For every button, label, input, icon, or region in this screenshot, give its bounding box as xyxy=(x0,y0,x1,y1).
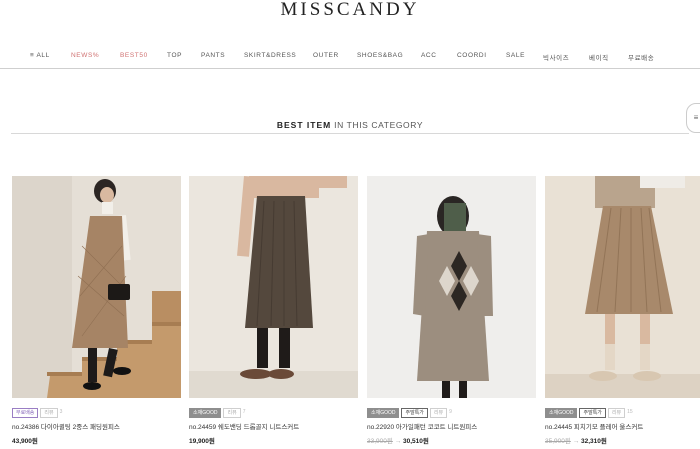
tag-quality-good: 소재GOOD xyxy=(545,408,578,418)
nav-item-free-shipping[interactable]: 무료배송 xyxy=(628,52,654,62)
nav-item-acc[interactable]: ACC xyxy=(421,52,437,59)
price-arrow: → xyxy=(572,438,580,445)
section-divider xyxy=(11,133,689,134)
product-price: 19,900원 xyxy=(189,435,215,445)
product-card[interactable]: 소재GOOD 리뷰 7 no.24459 쉐도밴딩 드롭골지 니트스커트 19,90… xyxy=(189,176,358,445)
tag-weekend-sale: 주말특가 xyxy=(579,408,606,418)
product-photo-pinafore-dress xyxy=(12,176,181,398)
nav-item-best50[interactable]: BEST50 xyxy=(120,52,148,59)
product-name[interactable]: no.24445 피치기모 플레어 울스커트 xyxy=(545,421,643,431)
nav-item-shoes-bag[interactable]: SHOES&BAG xyxy=(357,52,403,59)
product-photo-flare-skirt xyxy=(545,176,700,398)
product-tags: 소재GOOD 주말특가 리뷰 9 xyxy=(367,408,454,418)
tag-free-shipping: 무료배송 xyxy=(12,408,39,418)
nav-item-big-size[interactable]: 빅사이즈 xyxy=(543,52,569,62)
original-price: 35,900원 xyxy=(545,438,571,445)
sale-price: 19,900원 xyxy=(189,438,215,445)
nav-item-skirt-dress[interactable]: SKIRT&DRESS xyxy=(244,52,296,59)
product-name[interactable]: no.22920 아가일패턴 코코트 니트원피스 xyxy=(367,421,477,431)
product-card[interactable]: 소재GOOD 주말특가 리뷰 9 no.22920 아가일패턴 코코트 니트원피스 3… xyxy=(367,176,536,445)
review-count: 9 xyxy=(449,409,452,415)
nav-item-all[interactable]: ≡ ALL xyxy=(30,52,50,59)
nav-item-pants[interactable]: PANTS xyxy=(201,52,225,59)
nav-item-outer[interactable]: OUTER xyxy=(313,52,339,59)
product-image[interactable] xyxy=(545,176,700,398)
tag-quality-good: 소재GOOD xyxy=(189,408,222,418)
product-price: 33,900원 → 30,510원 xyxy=(367,435,429,445)
tag-quality-good: 소재GOOD xyxy=(367,408,400,418)
nav-item-top[interactable]: TOP xyxy=(167,52,182,59)
price-arrow: → xyxy=(394,438,402,445)
original-price: 33,900원 xyxy=(367,438,393,445)
section-title-bold: BEST ITEM xyxy=(276,120,332,130)
nav-item-coordi[interactable]: COORDI xyxy=(457,52,487,59)
product-photo-knit-skirt xyxy=(189,176,358,398)
product-photo-argyle-dress xyxy=(367,176,536,398)
sale-price: 32,310원 xyxy=(581,438,607,445)
product-image[interactable] xyxy=(189,176,358,398)
product-price: 43,900원 xyxy=(12,435,38,445)
section-title-rest: IN THIS CATEGORY xyxy=(331,120,424,130)
section-title: BEST ITEM IN THIS CATEGORY xyxy=(0,120,700,130)
review-count: 3 xyxy=(59,409,63,415)
review-count: 15 xyxy=(627,409,633,415)
tag-review: 리뷰 xyxy=(607,408,626,418)
product-image[interactable] xyxy=(12,176,181,398)
product-tags: 무료배송 리뷰 3 xyxy=(12,408,64,418)
product-tags: 소재GOOD 주말특가 리뷰 15 xyxy=(545,408,635,418)
product-name[interactable]: no.24459 쉐도밴딩 드롭골지 니트스커트 xyxy=(189,421,299,431)
product-price: 35,900원 → 32,310원 xyxy=(545,435,607,445)
tag-review: 리뷰 xyxy=(223,408,241,418)
nav-item-sale[interactable]: SALE xyxy=(506,52,525,59)
tag-review: 리뷰 xyxy=(429,408,448,418)
sale-price: 30,510원 xyxy=(403,438,429,445)
tag-review: 리뷰 xyxy=(40,408,58,418)
product-card[interactable]: 소재GOOD 주말특가 리뷰 15 no.24445 피치기모 플레어 울스커트 35… xyxy=(545,176,700,445)
sale-price: 43,900원 xyxy=(12,438,38,445)
nav-item-basic[interactable]: 베이직 xyxy=(589,52,609,62)
product-card[interactable]: 무료배송 리뷰 3 no.24386 다이아퀼팅 2중스 패딩원피스 43,900원 xyxy=(12,176,181,445)
product-tags: 소재GOOD 리뷰 7 xyxy=(189,408,247,418)
category-nav: ≡ ALL NEWS% BEST50 TOP PANTS SKIRT&DRESS… xyxy=(0,52,700,64)
product-image[interactable] xyxy=(367,176,536,398)
site-logo[interactable]: MISSCANDY xyxy=(0,0,700,20)
nav-divider xyxy=(0,68,700,69)
tag-weekend-sale: 주말특가 xyxy=(401,408,428,418)
nav-item-news[interactable]: NEWS% xyxy=(71,52,99,59)
review-count: 7 xyxy=(242,409,246,415)
product-name[interactable]: no.24386 다이아퀼팅 2중스 패딩원피스 xyxy=(12,421,120,431)
